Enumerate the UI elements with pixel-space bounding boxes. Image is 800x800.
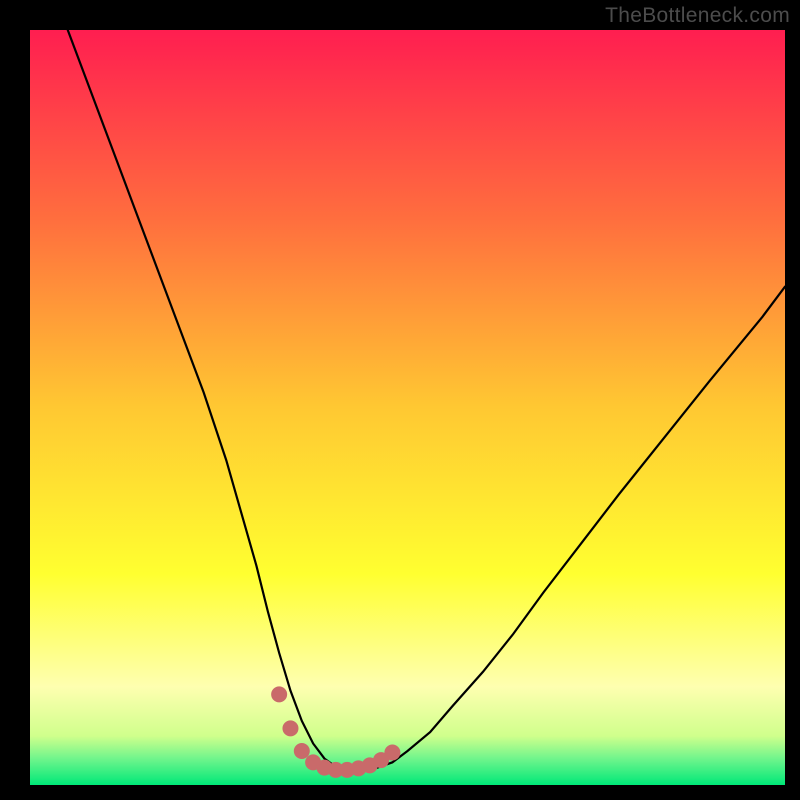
watermark-text: TheBottleneck.com (605, 4, 790, 28)
marker-dot (282, 720, 298, 736)
gradient-background (30, 30, 785, 785)
marker-dot (294, 743, 310, 759)
marker-dot (271, 686, 287, 702)
marker-dot (384, 745, 400, 761)
chart-frame: TheBottleneck.com (0, 0, 800, 800)
chart-svg (30, 30, 785, 785)
plot-area (30, 30, 785, 785)
